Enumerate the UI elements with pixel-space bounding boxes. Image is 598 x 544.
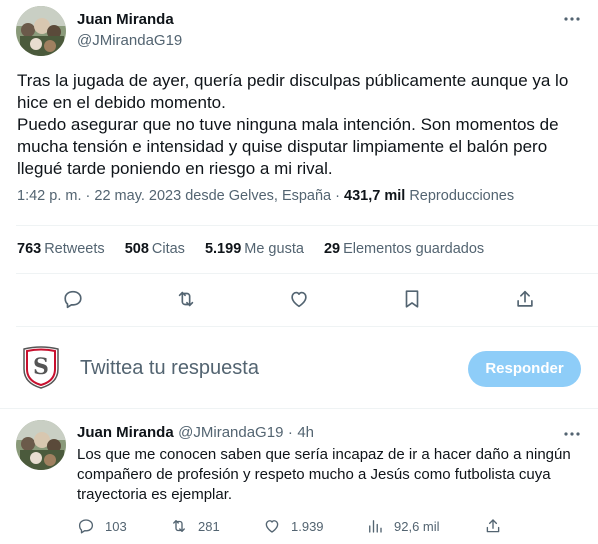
- retweet-icon: [173, 520, 185, 532]
- bookmarks-stat[interactable]: 29 Elementos guardados: [324, 241, 484, 257]
- reply-author-handle[interactable]: @JMirandaG19: [178, 424, 283, 441]
- like-icon: [265, 520, 279, 533]
- views-label: Reproducciones: [409, 188, 515, 204]
- tweet-time[interactable]: 1:42 p. m.: [17, 188, 81, 204]
- share-icon[interactable]: [514, 288, 536, 310]
- retweets-stat[interactable]: 763 Retweets: [17, 241, 105, 257]
- author-avatar[interactable]: [16, 6, 66, 56]
- reply-reply-action[interactable]: 103: [77, 516, 127, 536]
- retweet-icon[interactable]: [175, 288, 197, 310]
- quotes-label: Citas: [151, 241, 185, 257]
- reply-separator: ·: [287, 424, 293, 441]
- views-icon: [369, 520, 382, 533]
- reply-icon: [78, 519, 94, 534]
- reply-icon[interactable]: [62, 288, 84, 310]
- reply-likes-count: 1.939: [291, 518, 324, 534]
- tweet-meta: 1:42 p. m. · 22 may. 2023 desde Gelves, …: [17, 188, 514, 204]
- more-dots-icon[interactable]: [563, 10, 581, 32]
- share-icon: [486, 519, 500, 533]
- quotes-stat[interactable]: 508 Citas: [125, 241, 185, 257]
- svg-text:S: S: [33, 354, 49, 380]
- bookmark-icon[interactable]: [401, 288, 423, 310]
- reply-author-avatar[interactable]: [16, 420, 66, 470]
- reply-retweet-action[interactable]: 281: [170, 516, 220, 536]
- bookmarks-count: 29: [323, 241, 341, 257]
- reply-author-name[interactable]: Juan Miranda: [77, 424, 174, 441]
- divider: [0, 408, 598, 409]
- reply-share-action[interactable]: [484, 516, 512, 536]
- reply-views-action[interactable]: 92,6 mil: [366, 516, 440, 536]
- more-dots-icon[interactable]: [563, 425, 581, 447]
- views-count: 431,7 mil: [344, 188, 406, 204]
- reply-input[interactable]: Twittea tu respuesta: [80, 357, 259, 380]
- retweets-count: 763: [17, 241, 42, 257]
- likes-stat[interactable]: 5.199 Me gusta: [205, 241, 304, 257]
- reply-button[interactable]: Responder: [468, 351, 581, 387]
- user-avatar[interactable]: S: [16, 341, 66, 391]
- likes-label: Me gusta: [244, 241, 304, 257]
- tweet-text: Tras la jugada de ayer, quería pedir dis…: [17, 71, 569, 178]
- divider: [16, 273, 598, 274]
- meta-separator: ·: [85, 188, 91, 204]
- reply-retweets-count: 281: [198, 518, 220, 534]
- quotes-count: 508: [124, 241, 149, 257]
- reply-views-count: 92,6 mil: [394, 518, 440, 534]
- meta-separator: ·: [335, 188, 340, 204]
- divider: [16, 225, 598, 226]
- reply-text: Los que me conocen saben que sería incap…: [77, 446, 571, 503]
- reply-time[interactable]: 4h: [297, 424, 314, 441]
- divider: [16, 326, 598, 327]
- tweet-date[interactable]: 22 may. 2023: [94, 188, 181, 204]
- author-name[interactable]: Juan Miranda: [77, 11, 174, 28]
- tweet-stats: 763 Retweets 508 Citas 5.199 Me gusta 29 Ele…: [17, 241, 500, 257]
- likes-count: 5.199: [204, 241, 242, 257]
- reply-replies-count: 103: [105, 518, 127, 534]
- like-icon[interactable]: [288, 288, 310, 310]
- retweets-label: Retweets: [44, 241, 105, 257]
- author-handle[interactable]: @JMirandaG19: [77, 32, 182, 49]
- bookmarks-label: Elementos guardados: [343, 241, 485, 257]
- tweet-location: desde Gelves, España: [185, 188, 332, 204]
- reply-like-action[interactable]: 1.939: [263, 516, 324, 536]
- reply-header: Juan Miranda @JMirandaG19 · 4h: [77, 424, 314, 442]
